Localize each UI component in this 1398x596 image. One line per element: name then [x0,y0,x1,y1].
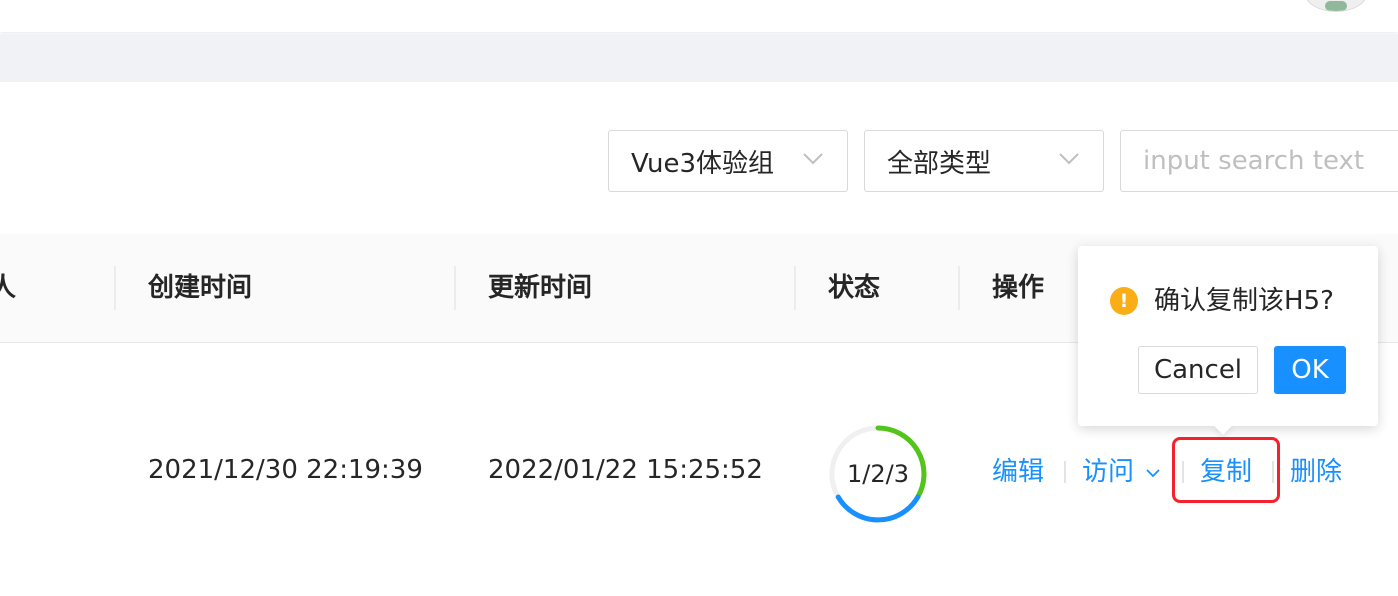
column-header-status: 状态 [828,273,881,303]
type-select-value: 全部类型 [887,148,992,179]
visit-label: 访问 [1082,457,1135,487]
column-header-updated: 更新时间 [488,273,593,303]
group-select-value: Vue3体验组 [631,148,775,179]
column-divider [958,266,960,310]
search-input[interactable] [1121,131,1398,191]
top-header-bar [0,0,1398,32]
copy-highlight-box [1172,437,1280,503]
column-header-actions: 操作 [992,273,1045,303]
action-divider [1064,461,1066,483]
ok-button[interactable]: OK [1274,346,1346,394]
column-divider [454,266,456,310]
page-background-band [0,34,1398,82]
cancel-button[interactable]: Cancel [1138,346,1258,394]
status-label: 1/2/3 [847,460,909,488]
chevron-down-icon [803,153,823,165]
exclamation-circle-icon: ! [1110,287,1138,315]
column-header-owner: 人 [0,273,17,303]
chevron-down-icon [1059,153,1079,165]
created-time-cell: 2021/12/30 22:19:39 [148,455,423,485]
confirm-message: 确认复制该H5? [1154,286,1334,316]
visit-dropdown-link[interactable]: 访问 [1082,450,1162,494]
updated-time-cell: 2022/01/22 15:25:52 [488,455,763,485]
chevron-down-icon [1146,468,1160,477]
column-divider [114,266,116,310]
delete-link[interactable]: 删除 [1290,450,1342,494]
group-select[interactable]: Vue3体验组 [608,130,848,192]
column-divider [794,266,796,310]
copy-confirm-popover [1078,246,1378,426]
column-header-created: 创建时间 [148,273,253,303]
type-select[interactable]: 全部类型 [864,130,1104,192]
user-avatar[interactable] [1304,0,1368,12]
search-field[interactable] [1120,130,1398,192]
edit-link[interactable]: 编辑 [992,450,1044,494]
